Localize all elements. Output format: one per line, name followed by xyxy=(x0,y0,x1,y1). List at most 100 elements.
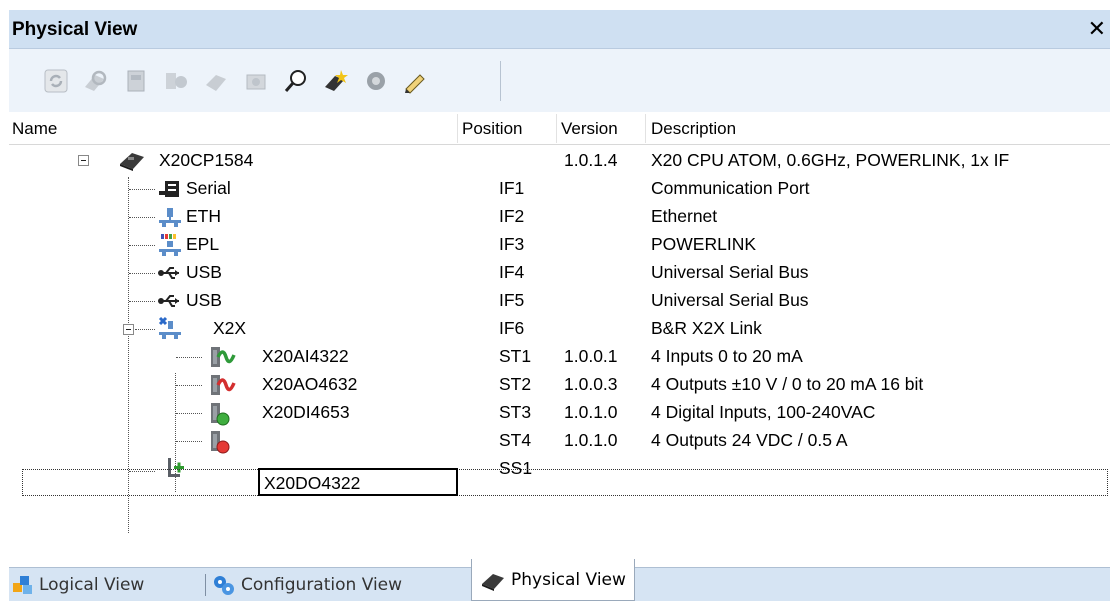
row-version: 1.0.0.1 xyxy=(564,346,618,366)
row-description: Ethernet xyxy=(651,206,718,226)
node-settings-icon[interactable] xyxy=(239,64,273,98)
tree-row-module[interactable]: X20AO4632 ST2 1.0.0.3 4 Outputs ±10 V / … xyxy=(0,371,1110,399)
usb-icon xyxy=(157,289,183,313)
collapse-icon[interactable] xyxy=(78,155,89,166)
row-position: IF1 xyxy=(499,178,525,198)
row-name: X20DI4653 xyxy=(262,402,350,422)
network-icon[interactable] xyxy=(359,64,393,98)
column-header-name[interactable]: Name xyxy=(12,119,57,139)
column-header-position[interactable]: Position xyxy=(462,119,522,139)
row-name: USB xyxy=(186,290,222,310)
row-name: X20AI4322 xyxy=(262,346,349,366)
tree-connector xyxy=(129,245,155,246)
powerlink-icon xyxy=(157,233,183,257)
tree-connector xyxy=(176,413,202,414)
row-description: 4 Outputs ±10 V / 0 to 20 mA 16 bit xyxy=(651,374,924,394)
row-description: Universal Serial Bus xyxy=(651,290,809,310)
row-position: IF4 xyxy=(499,262,525,282)
tab-label: Physical View xyxy=(511,569,626,590)
tree-row-usb[interactable]: USB IF4 Universal Serial Bus xyxy=(0,259,1110,287)
row-position: ST3 xyxy=(499,402,532,422)
tree-row-usb[interactable]: USB IF5 Universal Serial Bus xyxy=(0,287,1110,315)
tab-physical-view[interactable]: Physical View xyxy=(471,559,635,601)
digital-output-module-icon xyxy=(206,427,232,454)
analog-input-module-icon xyxy=(206,343,236,367)
tree-connector xyxy=(176,441,202,442)
rename-input[interactable]: X20DO4322 xyxy=(258,468,458,496)
tab-configuration-view[interactable]: Configuration View xyxy=(212,568,402,602)
tab-label: Logical View xyxy=(39,575,145,595)
module-props-icon[interactable] xyxy=(119,64,153,98)
row-position: ST4 xyxy=(499,430,532,450)
tree-connector xyxy=(176,357,202,358)
row-version: 1.0.0.3 xyxy=(564,374,618,394)
tree-row-module[interactable]: X20AI4322 ST1 1.0.0.1 4 Inputs 0 to 20 m… xyxy=(0,343,1110,371)
refresh-icon[interactable] xyxy=(39,64,73,98)
configuration-view-icon xyxy=(214,576,234,595)
column-divider[interactable] xyxy=(556,114,557,143)
view-tab-bar: Logical View Configuration View Physical… xyxy=(9,559,1110,602)
logical-view-icon xyxy=(13,576,32,594)
row-description: 4 Outputs 24 VDC / 0.5 A xyxy=(651,430,848,450)
row-name: ETH xyxy=(186,206,221,226)
row-description: B&R X2X Link xyxy=(651,318,762,338)
tree-connector xyxy=(176,385,202,386)
selection-focus-rect xyxy=(22,469,1108,496)
find-icon[interactable] xyxy=(279,64,313,98)
row-name: Serial xyxy=(186,178,231,198)
toolbar xyxy=(9,49,1110,112)
column-header-version[interactable]: Version xyxy=(561,119,618,139)
row-position: IF2 xyxy=(499,206,525,226)
usb-icon xyxy=(157,261,183,285)
row-position: IF5 xyxy=(499,290,525,310)
column-header-description[interactable]: Description xyxy=(651,119,736,139)
toolbar-separator xyxy=(500,61,501,101)
row-description: 4 Digital Inputs, 100-240VAC xyxy=(651,402,876,422)
tree-row-module-selected[interactable]: ST4 1.0.1.0 4 Outputs 24 VDC / 0.5 A xyxy=(0,427,1110,455)
column-header-row: Name Position Version Description xyxy=(9,112,1110,145)
row-version: 1.0.1.0 xyxy=(564,430,618,450)
column-divider[interactable] xyxy=(645,114,646,143)
close-icon[interactable]: ✕ xyxy=(1088,16,1106,42)
tree-row-cpu[interactable]: X20CP1584 1.0.1.4 X20 CPU ATOM, 0.6GHz, … xyxy=(0,147,1110,175)
row-name: X2X xyxy=(213,318,247,338)
ethernet-icon xyxy=(157,205,183,229)
analog-output-module-icon xyxy=(206,371,236,395)
module-config-icon[interactable] xyxy=(159,64,193,98)
tree-row-eth[interactable]: ETH IF2 Ethernet xyxy=(0,203,1110,231)
row-name: EPL xyxy=(186,234,220,254)
column-divider[interactable] xyxy=(457,114,458,143)
physical-view-icon xyxy=(482,573,504,591)
row-position: IF6 xyxy=(499,318,525,338)
row-position: ST1 xyxy=(499,346,532,366)
digital-input-module-icon xyxy=(206,399,232,426)
insert-module-icon[interactable] xyxy=(319,64,353,98)
tree-row-serial[interactable]: Serial IF1 Communication Port xyxy=(0,175,1110,203)
collapse-icon[interactable] xyxy=(123,324,134,335)
panel-title: Physical View xyxy=(12,19,138,40)
serial-port-icon xyxy=(157,177,183,201)
tree-connector xyxy=(135,329,155,330)
row-version: 1.0.1.4 xyxy=(564,150,618,170)
tab-label: Configuration View xyxy=(241,575,403,595)
row-description: Universal Serial Bus xyxy=(651,262,809,282)
panel-titlebar: Physical View ✕ xyxy=(9,10,1110,49)
tree-connector xyxy=(129,273,155,274)
row-name: USB xyxy=(186,262,222,282)
tree-connector xyxy=(129,189,155,190)
row-version: 1.0.1.0 xyxy=(564,402,618,422)
tab-separator xyxy=(205,574,206,596)
tree-row-module[interactable]: X20DI4653 ST3 1.0.1.0 4 Digital Inputs, … xyxy=(0,399,1110,427)
tree-row-x2x[interactable]: X2X IF6 B&R X2X Link xyxy=(0,315,1110,343)
edit-icon[interactable] xyxy=(399,64,433,98)
add-module-icon[interactable] xyxy=(199,64,233,98)
physical-view-panel: Physical View ✕ Name Position Version De… xyxy=(0,0,1110,601)
tree-connector xyxy=(129,217,155,218)
row-position: IF3 xyxy=(499,234,525,254)
row-description: POWERLINK xyxy=(651,234,757,254)
tab-logical-view[interactable]: Logical View xyxy=(12,568,144,602)
tree-row-epl[interactable]: EPL IF3 POWERLINK xyxy=(0,231,1110,259)
cpu-module-icon xyxy=(118,148,144,172)
row-name: X20CP1584 xyxy=(159,150,254,170)
search-network-icon[interactable] xyxy=(79,64,113,98)
